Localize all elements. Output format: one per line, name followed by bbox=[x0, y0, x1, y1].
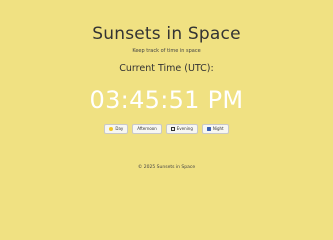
day-button-label: Day bbox=[115, 126, 124, 131]
page-subtitle: Keep track of time in space bbox=[132, 48, 201, 54]
current-time-heading: Current Time (UTC): bbox=[119, 63, 214, 74]
afternoon-button[interactable]: Afternoon bbox=[132, 124, 162, 134]
afternoon-button-label: Afternoon bbox=[137, 126, 157, 131]
evening-button[interactable]: Evening bbox=[165, 124, 198, 134]
night-button[interactable]: Night bbox=[201, 124, 229, 134]
page-title: Sunsets in Space bbox=[92, 24, 241, 44]
night-button-label: Night bbox=[212, 126, 224, 131]
day-button[interactable]: Day bbox=[104, 124, 129, 134]
clock-display: 03:45:51 PM bbox=[89, 86, 244, 114]
night-icon bbox=[206, 127, 211, 131]
evening-button-label: Evening bbox=[176, 126, 193, 131]
time-of-day-buttons: Day Afternoon Evening Night bbox=[0, 124, 333, 134]
footer-copyright: © 2025 Sunsets in Space bbox=[137, 165, 196, 170]
page: Sunsets in Space Keep track of time in s… bbox=[0, 0, 333, 222]
sun-icon bbox=[109, 127, 114, 131]
evening-icon bbox=[170, 127, 175, 131]
